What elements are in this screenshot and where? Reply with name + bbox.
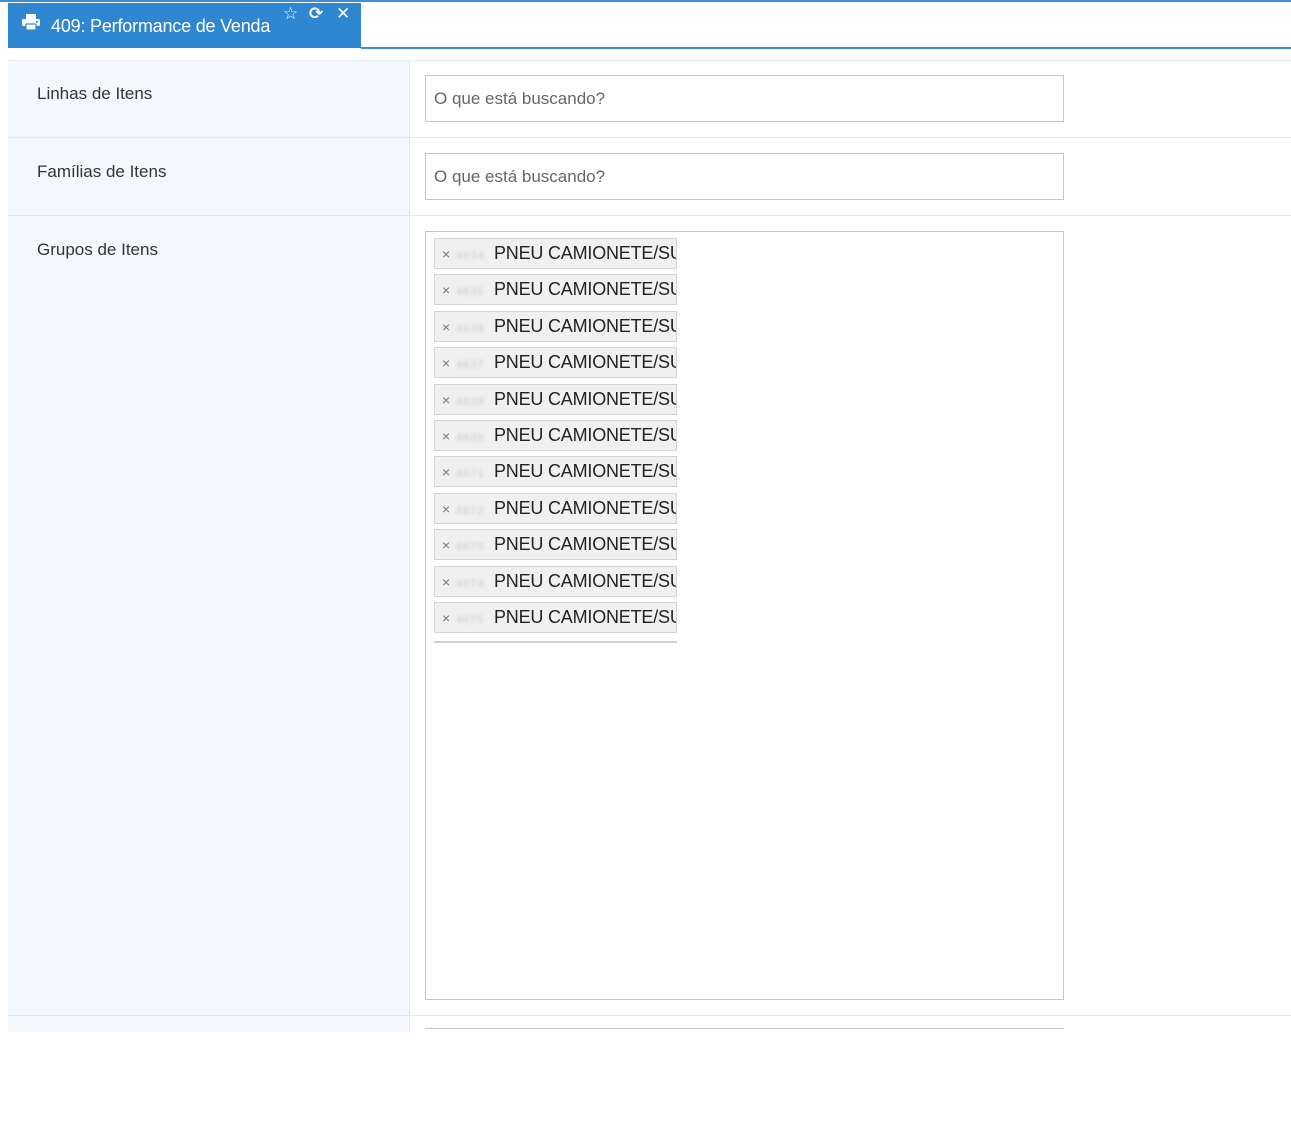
remove-tag-icon[interactable]: ×: [442, 313, 456, 341]
selected-tag: × 4639 PNEU CAMIONETE/SUV: [434, 419, 677, 451]
tag-name: PNEU CAMIONETE/SUV: [494, 315, 677, 336]
tag-name: PNEU CAMIONETE/SUV: [494, 606, 677, 627]
tab-bar-rule: [361, 47, 1291, 49]
remove-tag-icon[interactable]: ×: [442, 422, 456, 450]
tag-name: PNEU CAMIONETE/SUV: [494, 570, 677, 591]
top-accent-line: [0, 0, 1291, 2]
remove-tag-icon[interactable]: ×: [442, 349, 456, 377]
tag-code: 4635: [456, 286, 485, 299]
refresh-icon[interactable]: ⟳: [309, 3, 323, 25]
favorite-star-icon[interactable]: ☆: [283, 3, 298, 25]
remove-tag-icon[interactable]: ×: [442, 495, 456, 523]
tag-name: PNEU CAMIONETE/SUV: [494, 388, 677, 409]
familias-label: Famílias de Itens: [37, 162, 167, 181]
next-field-input[interactable]: [425, 1028, 1064, 1033]
remove-tag-icon[interactable]: ×: [442, 240, 456, 268]
row-divider: [8, 137, 1291, 138]
selected-tag: × 4674 PNEU CAMIONETE/SUV: [434, 565, 677, 597]
tag-name: PNEU CAMIONETE/SUV: [494, 497, 677, 518]
linhas-label: Linhas de Itens: [37, 84, 153, 103]
selected-tag: × 4636 PNEU CAMIONETE/SUV: [434, 310, 677, 342]
tag-code: 4636: [456, 322, 485, 335]
selected-tag: × 4673 PNEU CAMIONETE/SUV: [434, 529, 677, 561]
remove-tag-icon[interactable]: ×: [442, 458, 456, 486]
tag-name: PNEU CAMIONETE/SUV: [494, 534, 677, 555]
tag-name: PNEU CAMIONETE/SUV: [494, 279, 677, 300]
remove-tag-icon[interactable]: ×: [442, 386, 456, 414]
row-divider: [8, 1015, 1291, 1016]
tag-name: PNEU CAMIONETE/SUV: [494, 243, 677, 263]
selected-tags-list: × 4634 PNEU CAMIONETE/SUV × 4635 PNEU CAMION…: [434, 238, 677, 644]
row-divider: [8, 215, 1291, 216]
grupos-label: Grupos de Itens: [37, 240, 158, 259]
tag-code: 4634: [456, 250, 485, 262]
tag-code: 4637: [456, 359, 485, 372]
tag-name: PNEU CAMIONETE/SUV: [494, 352, 677, 373]
selected-tag: × 4672 PNEU CAMIONETE/SUV: [434, 492, 677, 524]
tag-code: 4671: [456, 468, 485, 481]
selected-tag: × 4637 PNEU CAMIONETE/SUV: [434, 347, 677, 379]
grupos-multiselect[interactable]: × 4634 PNEU CAMIONETE/SUV × 4635 PNEU CAMION…: [425, 231, 1064, 1000]
remove-tag-icon[interactable]: ×: [442, 604, 456, 632]
tag-code: 4674: [456, 577, 485, 590]
tag-code: 4638: [456, 395, 485, 408]
tag-code: 4675: [456, 613, 485, 626]
printer-icon: [22, 2, 40, 47]
tag-code: 4639: [456, 431, 485, 444]
familias-search-input[interactable]: [425, 153, 1064, 200]
selected-tag: × 4638 PNEU CAMIONETE/SUV: [434, 383, 677, 415]
selected-tag: × 4675 PNEU CAMIONETE/SUV: [434, 601, 677, 633]
close-tab-icon[interactable]: ✕: [336, 3, 350, 25]
labels-panel: [8, 60, 410, 1032]
selected-tag: × 4635 PNEU CAMIONETE/SUV: [434, 274, 677, 306]
tag-name: PNEU CAMIONETE/SUV: [494, 461, 677, 482]
remove-tag-icon[interactable]: ×: [442, 276, 456, 304]
remove-tag-icon[interactable]: ×: [442, 531, 456, 559]
row-divider: [8, 60, 1291, 61]
selected-tag: × 4634 PNEU CAMIONETE/SUV: [434, 238, 677, 269]
tag-code: 4672: [456, 504, 485, 517]
tag-code: 4673: [456, 541, 485, 554]
tab-title: 409: Performance de Venda: [51, 15, 271, 36]
selected-tag: × 4671 PNEU CAMIONETE/SUV: [434, 456, 677, 488]
tag-name: PNEU CAMIONETE/SUV: [494, 424, 677, 445]
linhas-search-input[interactable]: [425, 75, 1064, 122]
filter-form: Linhas de Itens Famílias de Itens Grupos…: [8, 60, 1291, 1032]
remove-tag-icon[interactable]: ×: [442, 568, 456, 596]
